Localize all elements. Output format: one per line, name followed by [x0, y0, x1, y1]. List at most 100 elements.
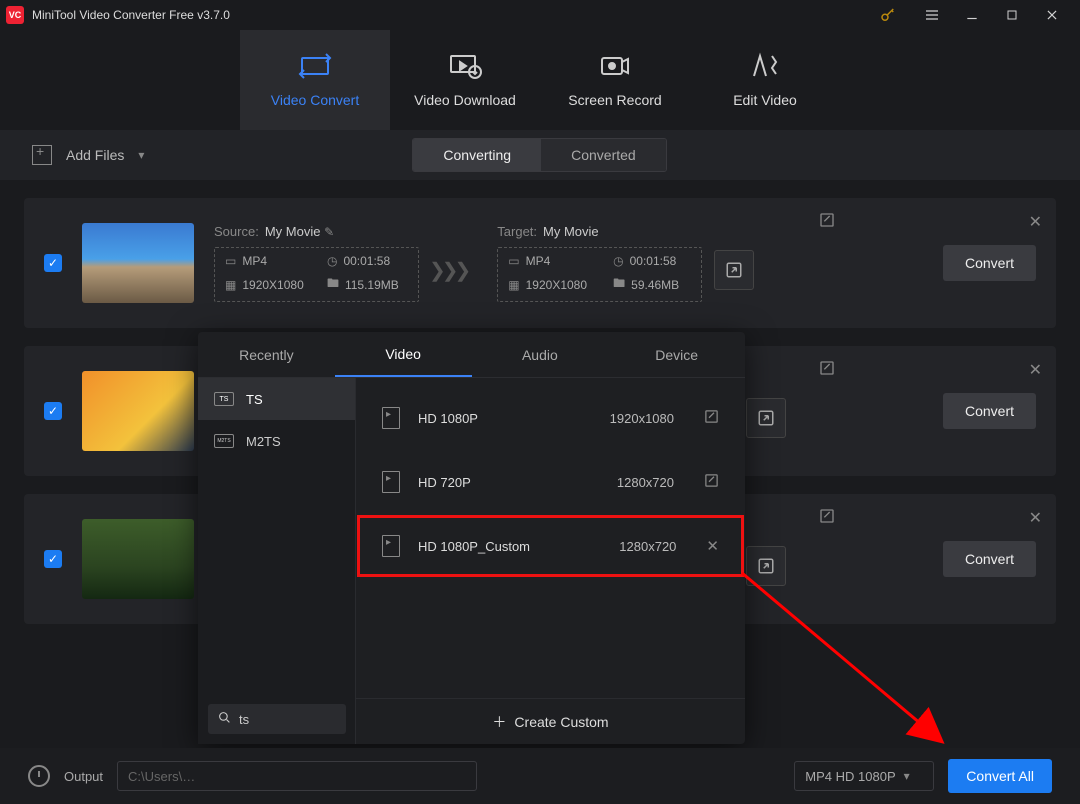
- status-segmented: Converting Converted: [412, 138, 666, 172]
- format-icon: M2TS: [214, 434, 234, 448]
- plus-icon: ＋: [492, 712, 506, 732]
- output-path-input[interactable]: C:\Users\…: [117, 761, 477, 791]
- edit-video-icon: [747, 52, 783, 80]
- toolbar: Add Files ▾ Converting Converted: [0, 130, 1080, 180]
- tab-label: Video Download: [414, 92, 516, 108]
- target-name: My Movie: [543, 224, 599, 239]
- tgt-format: ▭MP4: [508, 254, 599, 268]
- add-files-button[interactable]: Add Files ▾: [24, 145, 152, 165]
- add-files-label: Add Files: [66, 147, 124, 163]
- record-icon: [597, 52, 633, 80]
- remove-task-icon[interactable]: ✕: [1029, 360, 1042, 380]
- task-thumbnail[interactable]: [82, 519, 194, 599]
- convert-button[interactable]: Convert: [943, 541, 1036, 577]
- remove-task-icon[interactable]: ✕: [1029, 508, 1042, 528]
- target-label: Target:: [497, 224, 537, 239]
- popup-tab-audio[interactable]: Audio: [472, 332, 609, 377]
- file-video-icon: [382, 471, 400, 493]
- preset-row[interactable]: HD 720P 1280x720: [356, 450, 745, 514]
- format-sidebar: TS TS M2TS M2TS: [198, 378, 356, 744]
- popup-tabs: Recently Video Audio Device: [198, 332, 745, 378]
- arrow-icon: ❯❯❯: [429, 258, 467, 283]
- tgt-duration: ◷00:01:58: [613, 254, 691, 268]
- format-search-input[interactable]: ts: [208, 704, 346, 734]
- file-video-icon: [382, 407, 400, 429]
- popup-tab-recent[interactable]: Recently: [198, 332, 335, 377]
- seg-converted[interactable]: Converted: [541, 139, 666, 171]
- target-settings-button[interactable]: [746, 546, 786, 586]
- download-icon: [447, 52, 483, 80]
- title-bar: VC MiniTool Video Converter Free v3.7.0: [0, 0, 1080, 30]
- target-info: Target: My Movie ▭MP4 ◷00:01:58 ▦1920X108…: [497, 224, 702, 302]
- search-value: ts: [239, 712, 249, 727]
- delete-preset-icon[interactable]: ✕: [706, 537, 719, 555]
- folder-icon: 🖿: [327, 274, 339, 295]
- target-settings-button[interactable]: [746, 398, 786, 438]
- preset-row-highlighted[interactable]: HD 1080P_Custom 1280x720 ✕: [356, 514, 745, 578]
- source-info: Source:My Movie ✎ ▭MP4 ◷00:01:58 ▦1920X1…: [214, 224, 419, 302]
- minimize-button[interactable]: [952, 0, 992, 30]
- target-settings-button[interactable]: [714, 250, 754, 290]
- tab-label: Screen Record: [568, 92, 661, 108]
- tab-screen-record[interactable]: Screen Record: [540, 30, 690, 130]
- search-icon: [218, 711, 231, 727]
- task-checkbox[interactable]: ✓: [44, 402, 62, 420]
- output-format-select[interactable]: MP4 HD 1080P ▾: [794, 761, 934, 791]
- format-item-m2ts[interactable]: M2TS M2TS: [198, 420, 355, 462]
- seg-converting[interactable]: Converting: [413, 139, 541, 171]
- output-label: Output: [64, 769, 103, 784]
- format-item-ts[interactable]: TS TS: [198, 378, 355, 420]
- tgt-resolution: ▦1920X1080: [508, 274, 599, 295]
- file-icon: ▭: [508, 254, 519, 268]
- maximize-button[interactable]: [992, 0, 1032, 30]
- folder-icon: 🖿: [613, 274, 625, 295]
- tab-video-download[interactable]: Video Download: [390, 30, 540, 130]
- app-logo-icon: VC: [6, 6, 24, 24]
- task-checkbox[interactable]: ✓: [44, 550, 62, 568]
- preset-row[interactable]: HD 1080P 1920x1080: [356, 386, 745, 450]
- popup-tab-device[interactable]: Device: [608, 332, 745, 377]
- preset-name: HD 1080P: [418, 411, 556, 426]
- convert-button[interactable]: Convert: [943, 393, 1036, 429]
- task-checkbox[interactable]: ✓: [44, 254, 62, 272]
- task-row: ✓ Source:My Movie ✎ ▭MP4 ◷00:01:58 ▦1920…: [24, 198, 1056, 328]
- bottom-bar: Output C:\Users\… MP4 HD 1080P ▾ Convert…: [0, 748, 1080, 804]
- create-custom-button[interactable]: ＋ Create Custom: [356, 698, 745, 744]
- preset-list: HD 1080P 1920x1080 HD 720P 1280x720 HD 1…: [356, 378, 745, 744]
- task-thumbnail[interactable]: [82, 223, 194, 303]
- tab-video-convert[interactable]: Video Convert: [240, 30, 390, 130]
- edit-task-icon[interactable]: [819, 360, 835, 379]
- schedule-icon[interactable]: [28, 765, 50, 787]
- format-icon: TS: [214, 392, 234, 406]
- main-nav: Video Convert Video Download Screen Reco…: [0, 30, 1080, 130]
- src-format: ▭MP4: [225, 254, 313, 268]
- app-title: MiniTool Video Converter Free v3.7.0: [32, 8, 868, 22]
- edit-task-icon[interactable]: [819, 212, 835, 231]
- edit-preset-icon[interactable]: [704, 473, 719, 492]
- task-thumbnail[interactable]: [82, 371, 194, 451]
- tab-edit-video[interactable]: Edit Video: [690, 30, 840, 130]
- edit-task-icon[interactable]: [819, 508, 835, 527]
- chevron-down-icon: ▾: [904, 769, 910, 783]
- preset-resolution: 1920x1080: [574, 411, 674, 426]
- convert-button[interactable]: Convert: [943, 245, 1036, 281]
- create-custom-label: Create Custom: [514, 714, 608, 730]
- plus-icon: [32, 145, 52, 165]
- edit-preset-icon[interactable]: [704, 409, 719, 428]
- key-icon[interactable]: [868, 0, 908, 30]
- output-path-text: C:\Users\…: [128, 769, 195, 784]
- remove-task-icon[interactable]: ✕: [1029, 212, 1042, 232]
- resolution-icon: ▦: [508, 278, 519, 292]
- format-label: M2TS: [246, 434, 281, 449]
- close-window-button[interactable]: [1032, 0, 1072, 30]
- hamburger-icon[interactable]: [912, 0, 952, 30]
- src-size: 🖿115.19MB: [327, 274, 408, 295]
- clock-icon: ◷: [327, 254, 337, 268]
- clock-icon: ◷: [613, 254, 623, 268]
- src-resolution: ▦1920X1080: [225, 274, 313, 295]
- file-video-icon: [382, 535, 400, 557]
- convert-all-button[interactable]: Convert All: [948, 759, 1052, 793]
- pencil-icon[interactable]: ✎: [324, 225, 334, 239]
- popup-tab-video[interactable]: Video: [335, 332, 472, 377]
- tgt-size: 🖿59.46MB: [613, 274, 691, 295]
